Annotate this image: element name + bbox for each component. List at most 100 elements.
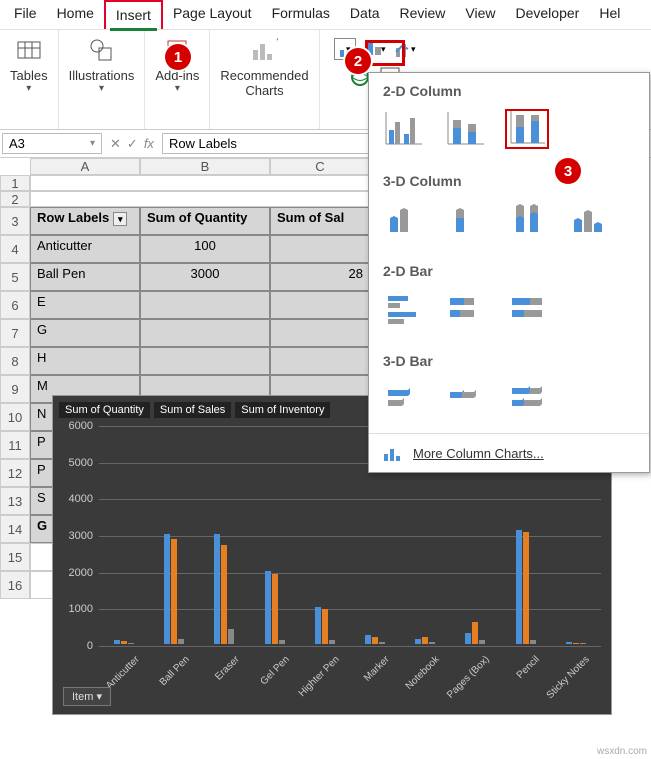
table-cell[interactable] bbox=[140, 347, 270, 375]
chart-bar[interactable] bbox=[530, 640, 536, 644]
more-column-charts[interactable]: More Column Charts... bbox=[369, 433, 649, 472]
table-cell[interactable]: Ball Pen bbox=[30, 263, 140, 291]
chart-bar[interactable] bbox=[265, 571, 271, 644]
ribbon-recommended-charts[interactable]: ? Recommended Charts bbox=[210, 30, 319, 129]
menu-insert[interactable]: Insert bbox=[104, 0, 163, 29]
table-cell[interactable] bbox=[270, 347, 370, 375]
empty-cell[interactable] bbox=[30, 175, 370, 191]
table-cell[interactable] bbox=[270, 291, 370, 319]
legend-item[interactable]: Sum of Inventory bbox=[235, 402, 330, 418]
ribbon-illustrations[interactable]: Illustrations ▾ bbox=[59, 30, 146, 129]
chart-bar[interactable] bbox=[379, 642, 385, 644]
col-head-a[interactable]: A bbox=[30, 158, 140, 175]
row-head[interactable]: 7 bbox=[0, 319, 30, 347]
chart-bar[interactable] bbox=[472, 622, 478, 644]
chart-bar[interactable] bbox=[164, 534, 170, 644]
row-head[interactable]: 8 bbox=[0, 347, 30, 375]
cancel-icon[interactable]: ✕ bbox=[110, 136, 121, 152]
menu-developer[interactable]: Developer bbox=[506, 0, 590, 29]
pivot-header-rowlabels[interactable]: Row Labels▾ bbox=[30, 207, 140, 235]
chart-bar[interactable] bbox=[121, 641, 127, 644]
chart-3d-stacked-bar[interactable] bbox=[443, 379, 487, 419]
menu-review[interactable]: Review bbox=[390, 0, 456, 29]
legend-item[interactable]: Sum of Quantity bbox=[59, 402, 150, 418]
chart-bar[interactable] bbox=[272, 574, 278, 644]
chart-bar[interactable] bbox=[573, 643, 579, 644]
table-cell[interactable]: H bbox=[30, 347, 140, 375]
menu-help[interactable]: Hel bbox=[589, 0, 630, 29]
chart-bar[interactable] bbox=[315, 607, 321, 644]
menu-view[interactable]: View bbox=[455, 0, 505, 29]
row-head[interactable]: 10 bbox=[0, 403, 30, 431]
chart-clustered-column[interactable] bbox=[381, 109, 425, 149]
chart-bar[interactable] bbox=[372, 637, 378, 644]
menu-page-layout[interactable]: Page Layout bbox=[163, 0, 262, 29]
menu-file[interactable]: File bbox=[4, 0, 47, 29]
chart-clustered-bar[interactable] bbox=[381, 289, 425, 329]
chart-3d-100-stacked-column[interactable] bbox=[505, 199, 549, 239]
table-cell[interactable]: G bbox=[30, 319, 140, 347]
table-cell[interactable]: 100 bbox=[140, 235, 270, 263]
chart-bar[interactable] bbox=[128, 643, 134, 644]
chart-bar[interactable] bbox=[322, 609, 328, 644]
chart-bar[interactable] bbox=[523, 532, 529, 644]
row-head[interactable]: 14 bbox=[0, 515, 30, 543]
table-cell[interactable] bbox=[270, 319, 370, 347]
table-cell[interactable] bbox=[140, 319, 270, 347]
chart-bar[interactable] bbox=[114, 640, 120, 644]
chart-bar[interactable] bbox=[429, 642, 435, 644]
row-head[interactable]: 3 bbox=[0, 207, 30, 235]
row-head[interactable]: 5 bbox=[0, 263, 30, 291]
chart-bar[interactable] bbox=[365, 635, 371, 644]
chart-3d-clustered-column[interactable] bbox=[381, 199, 425, 239]
menu-home[interactable]: Home bbox=[47, 0, 104, 29]
chart-bar[interactable] bbox=[221, 545, 227, 644]
chart-100-stacked-bar[interactable] bbox=[505, 289, 549, 329]
chart-bar[interactable] bbox=[465, 633, 471, 644]
table-cell[interactable]: E bbox=[30, 291, 140, 319]
menu-formulas[interactable]: Formulas bbox=[262, 0, 340, 29]
fx-icon[interactable]: fx bbox=[144, 136, 154, 152]
row-head[interactable]: 12 bbox=[0, 459, 30, 487]
row-head[interactable]: 1 bbox=[0, 175, 30, 191]
chart-item-filter-button[interactable]: Item ▾ bbox=[63, 687, 111, 706]
row-head[interactable]: 4 bbox=[0, 235, 30, 263]
name-box[interactable]: A3▾ bbox=[2, 133, 102, 154]
legend-item[interactable]: Sum of Sales bbox=[154, 402, 231, 418]
row-head[interactable]: 9 bbox=[0, 375, 30, 403]
ribbon-tables[interactable]: Tables ▾ bbox=[0, 30, 59, 129]
chart-bar[interactable] bbox=[415, 639, 421, 645]
row-head[interactable]: 13 bbox=[0, 487, 30, 515]
table-cell[interactable]: 3000 bbox=[140, 263, 270, 291]
chart-100-stacked-column[interactable] bbox=[505, 109, 549, 149]
empty-cell[interactable] bbox=[30, 191, 370, 207]
chart-bar[interactable] bbox=[178, 639, 184, 645]
menu-data[interactable]: Data bbox=[340, 0, 390, 29]
chart-bar[interactable] bbox=[566, 642, 572, 644]
chart-bar[interactable] bbox=[580, 643, 586, 644]
chart-3d-100-stacked-bar[interactable] bbox=[505, 379, 549, 419]
chart-stacked-column[interactable] bbox=[443, 109, 487, 149]
chart-3d-clustered-bar[interactable] bbox=[381, 379, 425, 419]
table-cell[interactable] bbox=[270, 235, 370, 263]
col-head-b[interactable]: B bbox=[140, 158, 270, 175]
chart-bar[interactable] bbox=[516, 530, 522, 644]
chart-bar[interactable] bbox=[171, 539, 177, 644]
chart-bar[interactable] bbox=[228, 629, 234, 644]
row-head[interactable]: 6 bbox=[0, 291, 30, 319]
accept-icon[interactable]: ✓ bbox=[127, 136, 138, 152]
col-head-c[interactable]: C bbox=[270, 158, 370, 175]
chart-3d-stacked-column[interactable] bbox=[443, 199, 487, 239]
chart-bar[interactable] bbox=[479, 640, 485, 644]
row-head[interactable]: 11 bbox=[0, 431, 30, 459]
row-head[interactable]: 15 bbox=[0, 543, 30, 571]
table-cell[interactable]: Anticutter bbox=[30, 235, 140, 263]
chart-stacked-bar[interactable] bbox=[443, 289, 487, 329]
row-head[interactable]: 2 bbox=[0, 191, 30, 207]
chart-bar[interactable] bbox=[422, 637, 428, 644]
table-cell[interactable] bbox=[140, 291, 270, 319]
row-head[interactable]: 16 bbox=[0, 571, 30, 599]
chart-3d-column[interactable] bbox=[567, 199, 611, 239]
table-cell[interactable]: 28 bbox=[270, 263, 370, 291]
chart-bar[interactable] bbox=[279, 640, 285, 644]
